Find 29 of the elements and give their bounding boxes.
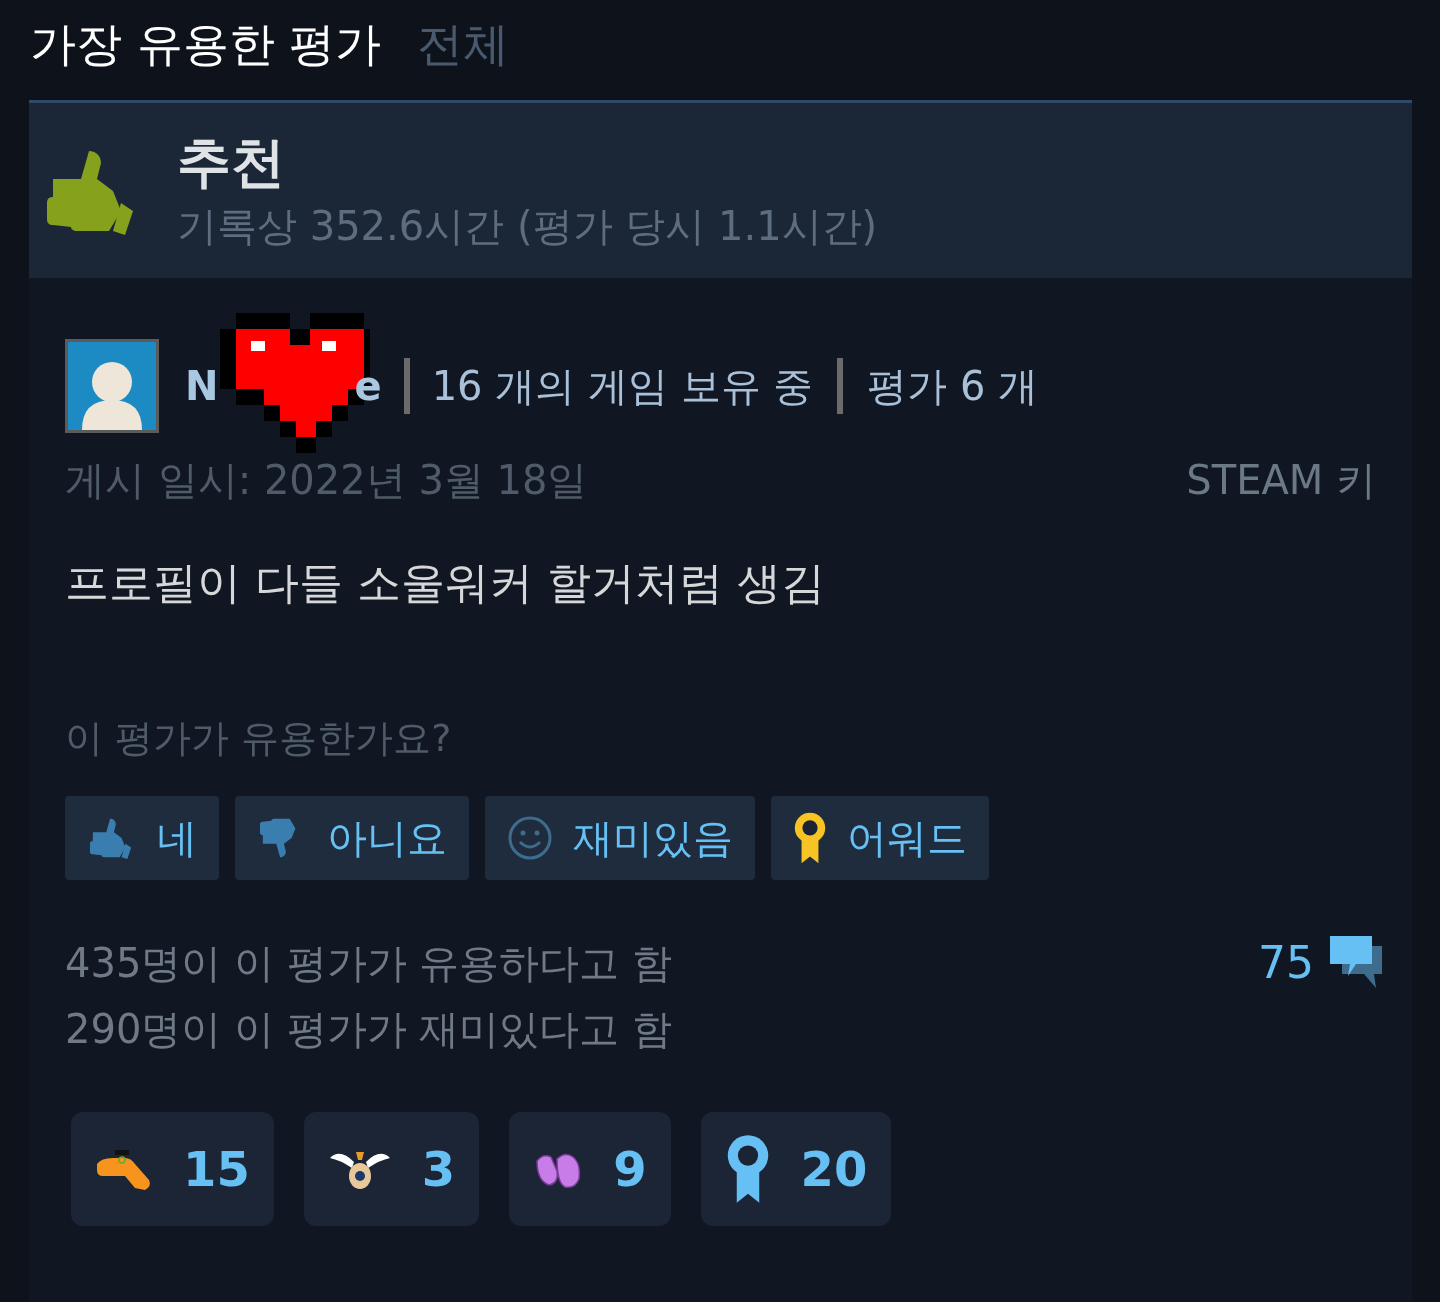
vote-button[interactable]: 어워드 — [771, 796, 989, 880]
vote-stat: 290명이 이 평가가 재미있다고 함 — [65, 1005, 673, 1054]
award-count: 20 — [800, 1140, 868, 1199]
smiley-icon — [507, 815, 553, 861]
author-name[interactable]: N — [185, 356, 219, 416]
product-source: STEAM 키 — [1186, 456, 1376, 505]
vote-button[interactable]: 네 — [65, 796, 219, 880]
posted-date: 게시 일시: 2022년 3월 18일 — [65, 456, 588, 505]
vote-stat: 435명이 이 평가가 유용하다고 함 — [65, 939, 673, 988]
section-title: 가장 유용한 평가 — [30, 16, 382, 73]
helpful-prompt: 이 평가가 유용한가요? — [65, 715, 453, 762]
comment-count[interactable]: 75 — [1258, 930, 1314, 996]
speech-bubbles-icon — [1328, 934, 1384, 990]
award-count: 9 — [613, 1140, 647, 1199]
award-count: 3 — [421, 1140, 456, 1199]
award-count: 15 — [183, 1140, 250, 1199]
vote-button[interactable]: 재미있음 — [485, 796, 755, 880]
vote-button[interactable]: 아니요 — [235, 796, 469, 880]
verdict-label: 추천 — [177, 129, 286, 196]
hours-played: 기록상 352.6시간 (평가 당시 1.1시간) — [177, 201, 878, 251]
author-name[interactable]: e — [354, 356, 382, 416]
award-badge[interactable]: 3 — [303, 1112, 480, 1226]
award-badge[interactable]: 9 — [509, 1112, 671, 1226]
review-count: 평가 6 개 — [867, 362, 1039, 411]
games-owned: 16 개의 게임 보유 중 — [431, 362, 814, 411]
ribbon-icon — [793, 811, 827, 865]
award-badge[interactable]: 15 — [71, 1112, 274, 1226]
award-badge[interactable]: 20 — [700, 1112, 892, 1226]
review-text: 프로필이 다들 소울워커 할거처럼 생김 — [65, 556, 826, 610]
